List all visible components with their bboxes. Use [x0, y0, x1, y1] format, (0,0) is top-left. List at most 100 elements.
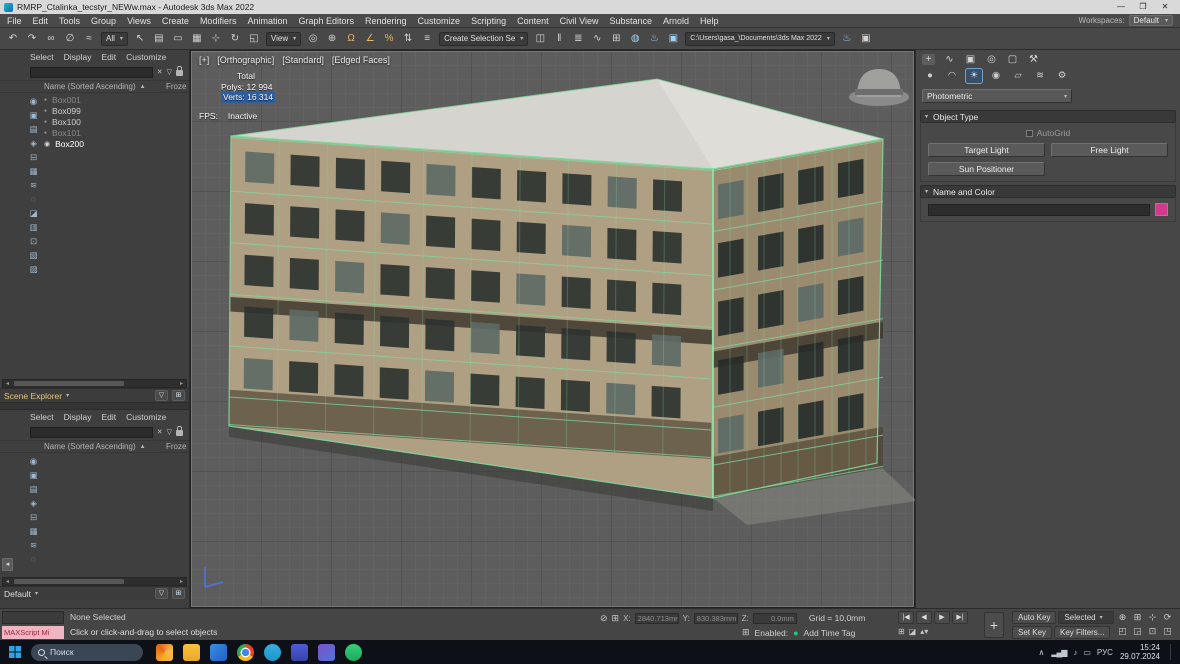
explorer-strip-icon[interactable]: ⊟ — [27, 151, 40, 163]
explorer-strip-icon[interactable]: ▣ — [27, 109, 40, 121]
explorer-strip-icon[interactable]: ▤ — [27, 483, 40, 495]
explorer-strip-icon[interactable]: ◉ — [27, 455, 40, 467]
tab-motion[interactable]: ◎ — [985, 54, 998, 65]
create-selection-set-field[interactable]: Create Selection Se ▾ — [439, 32, 528, 46]
app-3dsmax[interactable] — [156, 644, 173, 661]
align-icon[interactable]: ‖ — [552, 31, 566, 47]
language-indicator[interactable]: РУС — [1097, 648, 1113, 657]
horizontal-scrollbar[interactable]: ◂ ▸ — [2, 379, 187, 388]
name-column-header[interactable]: Name (Sorted Ascending) — [44, 442, 136, 451]
explorer-strip-icon[interactable]: ▧ — [27, 249, 40, 261]
selection-filter-dropdown[interactable]: All ▾ — [101, 32, 128, 46]
render-setup-icon[interactable]: ♨ — [647, 31, 661, 47]
list-item[interactable]: ● Box101 — [44, 127, 189, 138]
percent-snap-icon[interactable]: % — [382, 31, 396, 47]
workspaces-dropdown[interactable]: Default ▾ — [1129, 15, 1173, 26]
network-icon[interactable]: ▂▄▆ — [1051, 648, 1066, 657]
selection-lock-icon[interactable]: ⊞ — [612, 613, 620, 624]
tab-display[interactable]: Display — [64, 412, 92, 422]
list-item[interactable]: ● Box099 — [44, 105, 189, 116]
autogrid-checkbox[interactable] — [1026, 130, 1033, 137]
go-to-end-button[interactable]: ▶| — [952, 611, 968, 624]
menu-rendering[interactable]: Rendering — [365, 16, 407, 26]
category-helpers-icon[interactable]: ▱ — [1010, 69, 1026, 83]
menu-arnold[interactable]: Arnold — [663, 16, 689, 26]
set-keys-button[interactable]: + — [984, 612, 1004, 638]
scroll-left-icon[interactable]: ◂ — [3, 578, 12, 585]
mirror-icon[interactable]: ◫ — [533, 31, 547, 47]
explorer-strip-icon[interactable]: ≋ — [27, 539, 40, 551]
footer-grid-button[interactable]: ⊞ — [172, 390, 185, 401]
maximize-button[interactable]: ❐ — [1132, 0, 1154, 14]
clock[interactable]: 15:24 29.07.2024 — [1120, 643, 1160, 661]
explorer-search-input[interactable] — [30, 427, 153, 438]
material-editor-icon[interactable]: ◍ — [628, 31, 642, 47]
taskbar-search[interactable]: Поиск — [31, 644, 143, 661]
tab-display[interactable]: Display — [64, 52, 92, 62]
explorer-preset-name[interactable]: Default — [4, 589, 31, 599]
tab-hierarchy[interactable]: ▣ — [964, 54, 977, 65]
menu-substance[interactable]: Substance — [609, 16, 652, 26]
tab-select[interactable]: Select — [30, 52, 54, 62]
menu-animation[interactable]: Animation — [247, 16, 287, 26]
key-mode-icon[interactable]: ⊞ — [898, 627, 905, 636]
start-button[interactable] — [4, 641, 26, 663]
zoom-icon[interactable]: ⊕ — [1116, 611, 1129, 624]
eye-icon[interactable]: ◉ — [44, 140, 50, 148]
scroll-right-icon[interactable]: ▸ — [177, 578, 186, 585]
target-light-button[interactable]: Target Light — [928, 143, 1045, 157]
close-button[interactable]: ✕ — [1154, 0, 1176, 14]
frozen-column-header[interactable]: Froze — [166, 82, 188, 91]
explorer-strip-icon[interactable]: ⊡ — [27, 235, 40, 247]
footer-grid-button[interactable]: ⊞ — [172, 588, 185, 599]
auto-key-button[interactable]: Auto Key — [1012, 611, 1056, 624]
explorer-column-header[interactable]: Name (Sorted Ascending) ▲ Froze — [0, 440, 189, 453]
app-file-explorer[interactable] — [183, 644, 200, 661]
project-folder-dropdown[interactable]: C:\Users\gasa_\Documents\3ds Max 2022 ▾ — [685, 32, 835, 46]
tab-customize[interactable]: Customize — [126, 52, 166, 62]
explorer-strip-icon[interactable]: ▦ — [27, 525, 40, 537]
explorer-strip-icon[interactable]: ⊟ — [27, 511, 40, 523]
field-of-view-icon[interactable]: ◲ — [1131, 625, 1144, 638]
select-and-link-icon[interactable]: ∞ — [44, 31, 58, 47]
clear-search-icon[interactable]: ✕ — [157, 68, 163, 76]
frozen-column-header[interactable]: Froze — [166, 442, 188, 451]
window-crossing-icon[interactable]: ▦ — [190, 31, 204, 47]
zoom-region-icon[interactable]: ◰ — [1116, 625, 1129, 638]
tab-edit[interactable]: Edit — [102, 412, 117, 422]
minimize-button[interactable]: — — [1110, 0, 1132, 14]
explorer-preset-name[interactable]: Scene Explorer — [4, 391, 62, 401]
scroll-left-icon[interactable]: ◂ — [3, 380, 12, 387]
menu-content[interactable]: Content — [517, 16, 549, 26]
x-coordinate-field[interactable]: 2840.713mm — [635, 613, 679, 624]
redo-icon[interactable]: ↷ — [25, 31, 39, 47]
list-item[interactable]: ● Box001 — [44, 94, 189, 105]
light-type-dropdown[interactable]: Photometric ▾ — [922, 89, 1072, 103]
use-center-icon[interactable]: ◎ — [306, 31, 320, 47]
rollout-header[interactable]: ▾ Object Type — [920, 110, 1176, 123]
app-media[interactable] — [291, 644, 308, 661]
explorer-strip-icon[interactable]: ▥ — [27, 221, 40, 233]
angle-snap-icon[interactable]: ∠ — [363, 31, 377, 47]
explorer-strip-icon[interactable]: ≋ — [27, 179, 40, 191]
clear-search-icon[interactable]: ✕ — [157, 428, 163, 436]
explorer-strip-icon[interactable]: ◌ — [27, 193, 40, 205]
y-coordinate-field[interactable]: 830.383mm — [694, 613, 738, 624]
spinner-snap-icon[interactable]: ⇅ — [401, 31, 415, 47]
menu-create[interactable]: Create — [162, 16, 189, 26]
app-chrome[interactable] — [237, 644, 254, 661]
rendered-frame-window-icon[interactable]: ▣ — [666, 31, 680, 47]
menu-help[interactable]: Help — [700, 16, 719, 26]
app-photos[interactable] — [210, 644, 227, 661]
volume-icon[interactable]: ♪ — [1073, 648, 1076, 657]
sun-positioner-button[interactable]: Sun Positioner — [928, 162, 1045, 176]
category-systems-icon[interactable]: ⚙ — [1054, 69, 1070, 83]
object-name-field[interactable] — [928, 204, 1150, 216]
named-selection-sets-icon[interactable]: ≡ — [420, 31, 434, 47]
time-config-icon[interactable]: ◪ — [909, 627, 917, 636]
footer-filter-button[interactable]: ▽ — [155, 588, 168, 599]
scroll-right-icon[interactable]: ▸ — [177, 380, 186, 387]
schematic-view-icon[interactable]: ⊞ — [609, 31, 623, 47]
viewport[interactable]: [+] [Orthographic] [Standard] [Edged Fac… — [190, 50, 915, 608]
explorer-strip-icon[interactable]: ◪ — [27, 207, 40, 219]
